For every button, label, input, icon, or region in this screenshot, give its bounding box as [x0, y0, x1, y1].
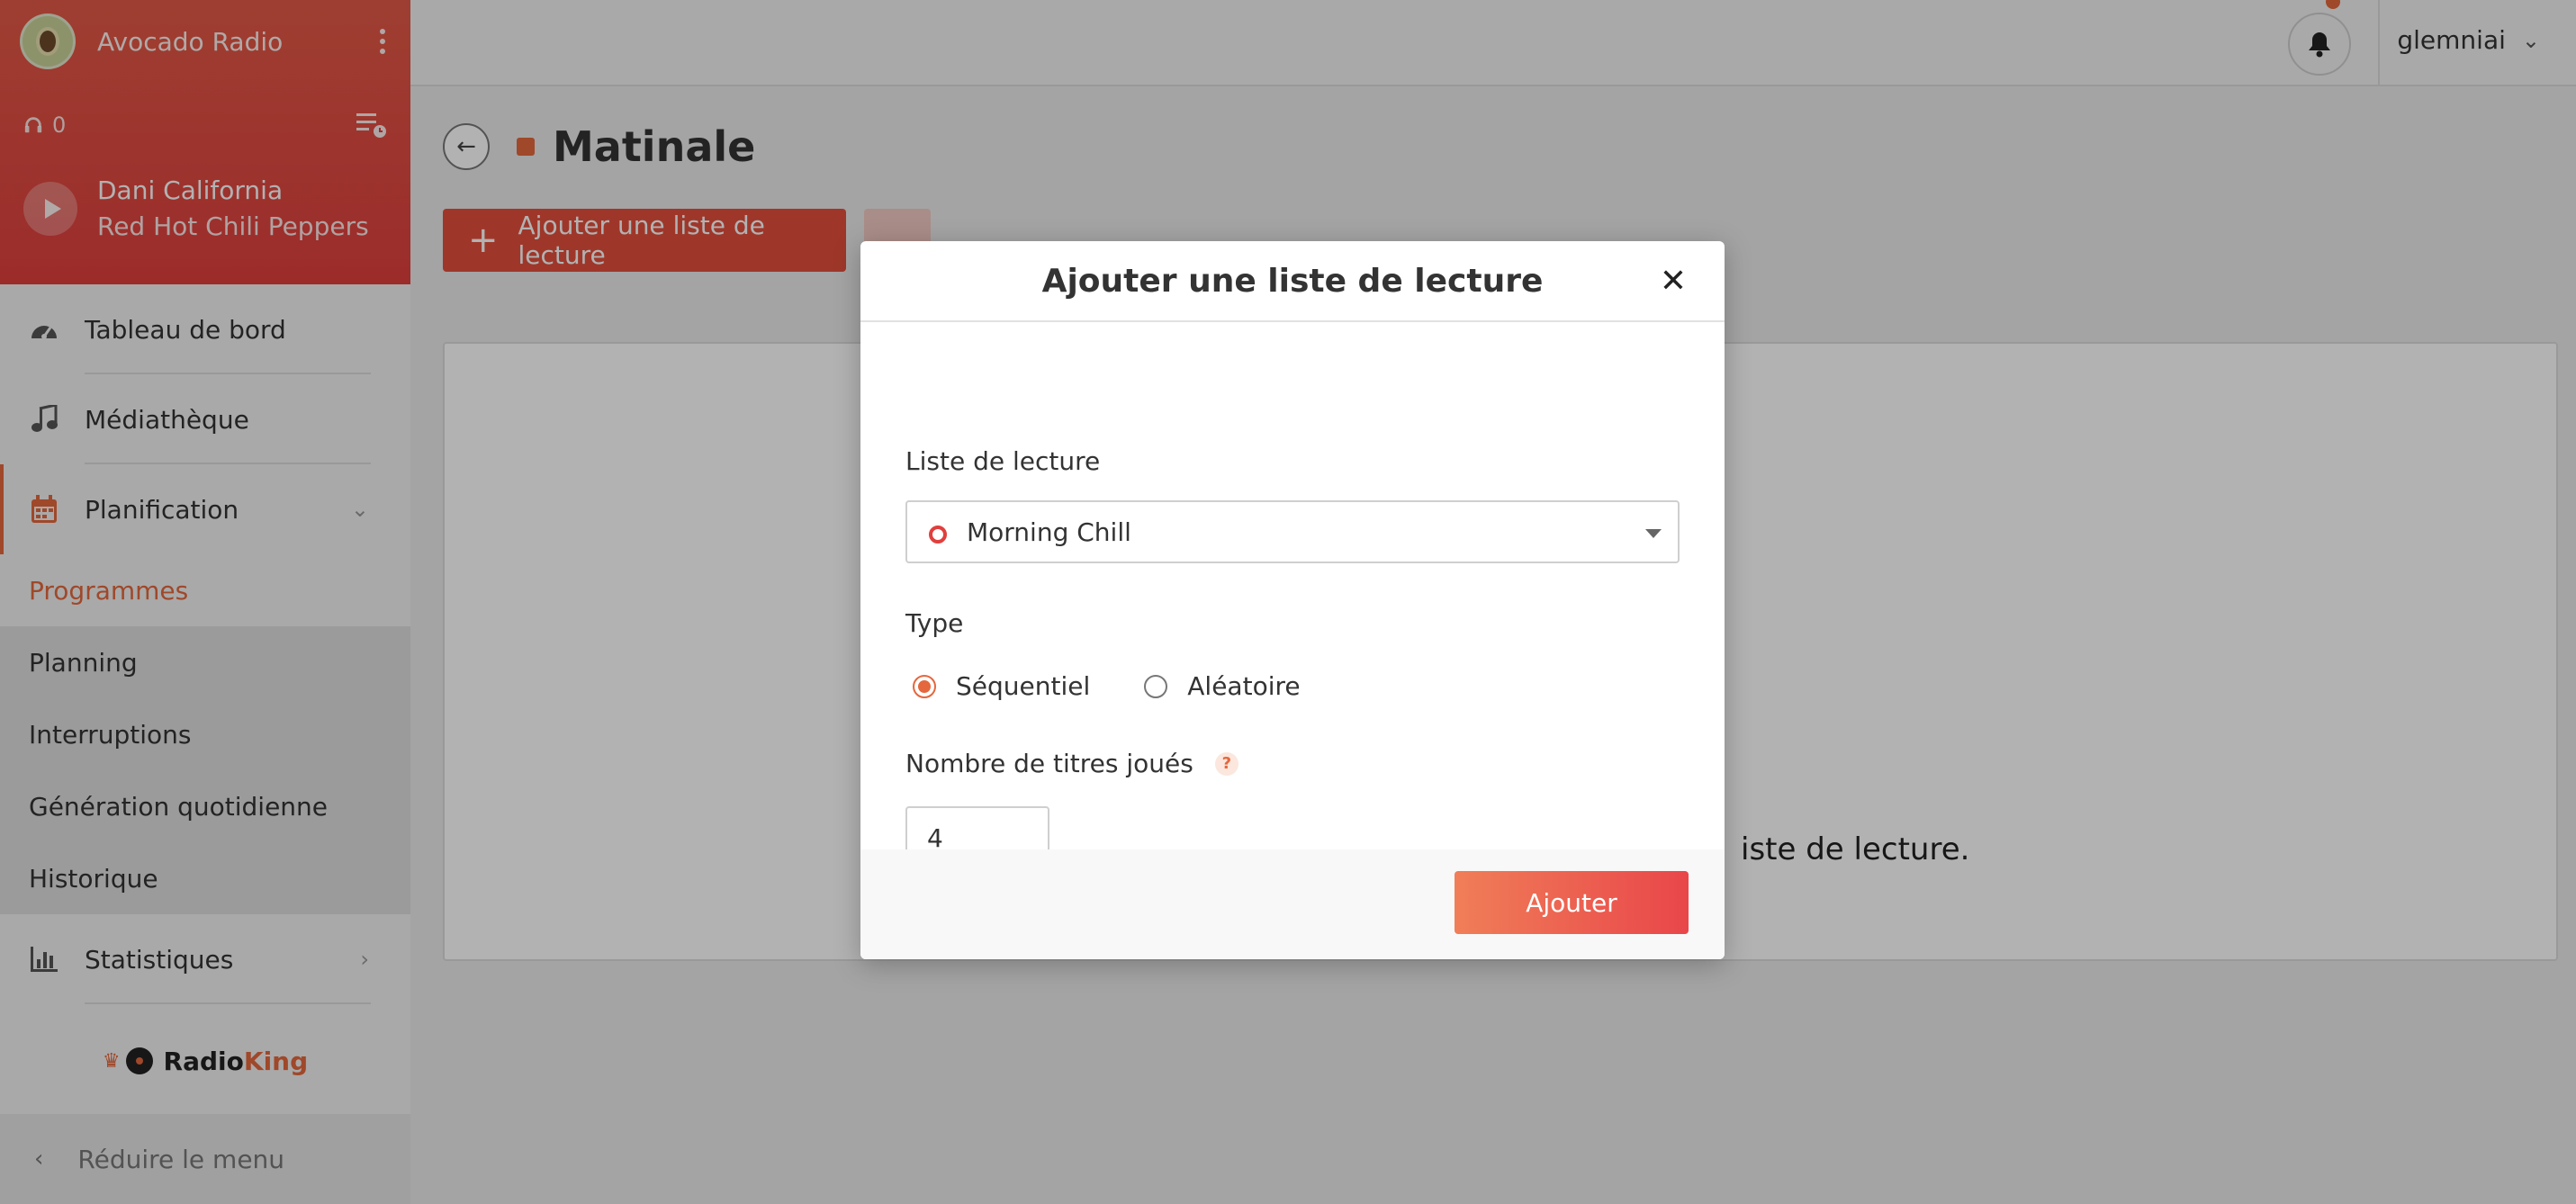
track-count-label: Nombre de titres joués ?	[905, 749, 1238, 778]
modal-body: Liste de lecture Morning Chill Type Séqu…	[860, 322, 1725, 876]
track-count-label-text: Nombre de titres joués	[905, 749, 1193, 778]
caret-down-icon	[1645, 529, 1662, 538]
submit-button[interactable]: Ajouter	[1455, 871, 1689, 934]
modal-footer: Ajouter	[860, 849, 1725, 959]
playlist-select-value: Morning Chill	[967, 517, 1131, 547]
playlist-label: Liste de lecture	[905, 446, 1101, 476]
help-icon[interactable]: ?	[1214, 751, 1238, 776]
playlist-select[interactable]: Morning Chill	[905, 500, 1680, 563]
close-icon[interactable]: ✕	[1660, 263, 1687, 300]
radio-random-label[interactable]: Aléatoire	[1187, 671, 1300, 701]
radio-random[interactable]	[1144, 674, 1168, 698]
add-playlist-modal: Ajouter une liste de lecture ✕ Liste de …	[860, 241, 1725, 959]
radio-sequential[interactable]	[913, 674, 936, 698]
playlist-color-icon	[929, 526, 947, 544]
modal-title: Ajouter une liste de lecture	[1041, 262, 1544, 300]
modal-header: Ajouter une liste de lecture ✕	[860, 241, 1725, 322]
type-label: Type	[905, 608, 964, 638]
radio-sequential-label[interactable]: Séquentiel	[956, 671, 1090, 701]
type-radio-group: Séquentiel Aléatoire	[913, 671, 1301, 701]
